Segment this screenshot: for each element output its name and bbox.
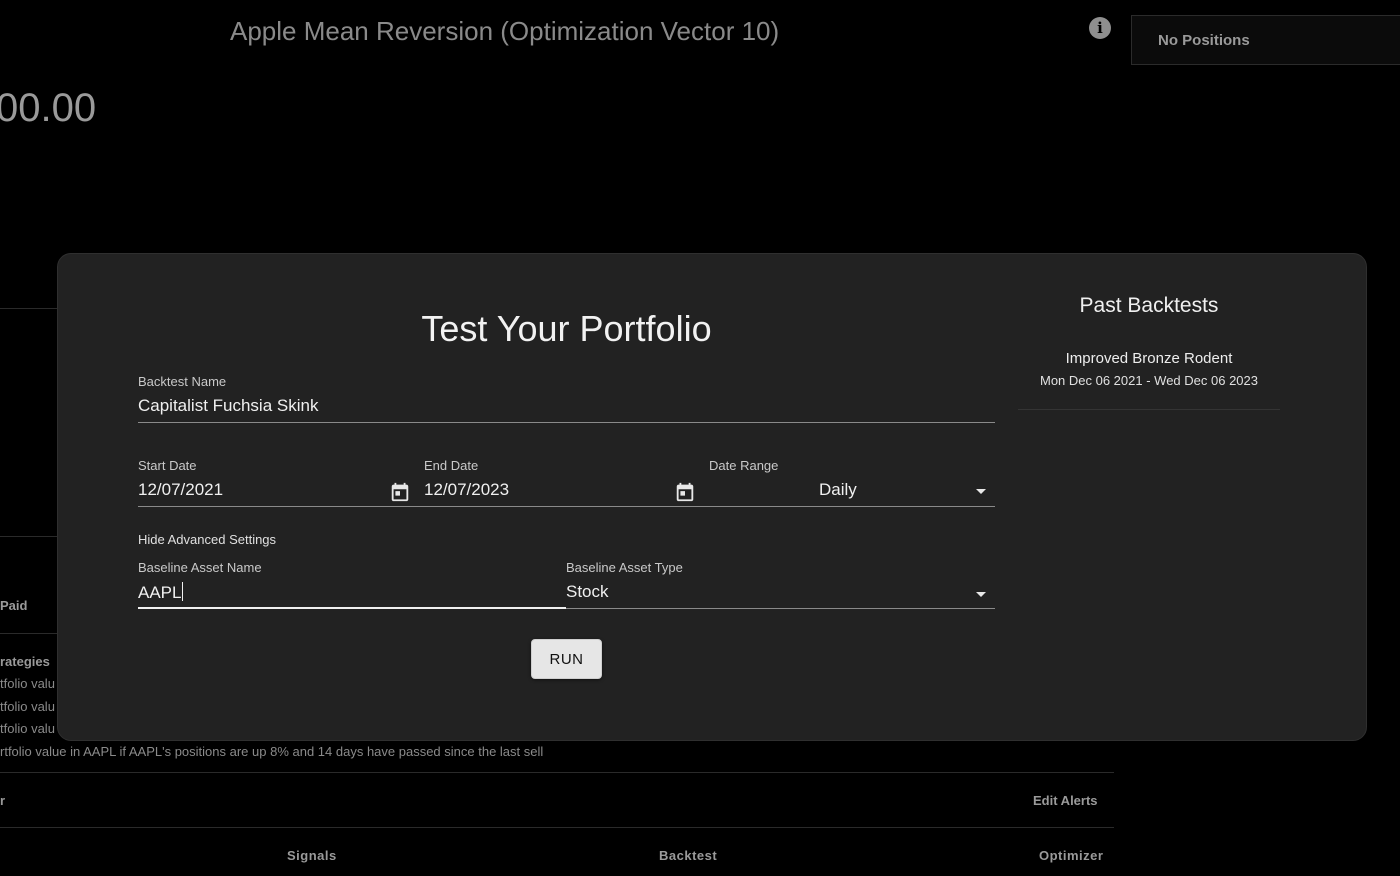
baseline-asset-type-value: Stock [566, 582, 609, 601]
input-underline [424, 506, 709, 507]
text-cursor [182, 582, 184, 601]
end-date-field[interactable]: End Date 12/07/2023 [424, 458, 709, 508]
backtest-name-input[interactable]: Capitalist Fuchsia Skink [138, 396, 318, 416]
strategy-line: tfolio valu [0, 721, 55, 736]
calendar-icon[interactable] [389, 480, 411, 504]
alerts-row-label: r [0, 793, 6, 808]
input-underline [566, 608, 995, 609]
hide-advanced-settings-toggle[interactable]: Hide Advanced Settings [138, 532, 276, 547]
chevron-down-icon [976, 592, 986, 597]
positions-label: No Positions [1158, 32, 1250, 49]
date-range-value: Daily [819, 480, 857, 499]
baseline-asset-name-field[interactable]: Baseline Asset Name AAPL [138, 560, 566, 610]
past-backtests-title: Past Backtests [1079, 294, 1219, 317]
start-date-field[interactable]: Start Date 12/07/2021 [138, 458, 424, 508]
end-date-input[interactable]: 12/07/2023 [424, 480, 509, 500]
baseline-asset-name-value: AAPL [138, 583, 182, 602]
nav-optimizer[interactable]: Optimizer [1039, 848, 1103, 863]
baseline-asset-type-select[interactable]: Baseline Asset Type Stock [566, 560, 995, 610]
date-range-select[interactable]: Date Range Daily [709, 458, 995, 508]
end-date-label: End Date [424, 458, 479, 473]
past-backtest-dates: Mon Dec 06 2021 - Wed Dec 06 2023 [1039, 373, 1258, 388]
edit-alerts-link[interactable]: Edit Alerts [1033, 793, 1098, 808]
input-underline-active [138, 607, 566, 609]
baseline-asset-type-label: Baseline Asset Type [566, 560, 683, 575]
modal-title: Test Your Portfolio [421, 308, 712, 349]
portfolio-value: 00.00 [0, 86, 97, 130]
nav-backtest[interactable]: Backtest [659, 848, 717, 863]
backtest-modal: Test Your Portfolio Backtest Name Capita… [57, 253, 1367, 741]
divider [0, 633, 60, 634]
past-backtest-item[interactable]: Improved Bronze Rodent Mon Dec 06 2021 -… [1018, 350, 1280, 410]
date-range-label: Date Range [709, 458, 779, 473]
baseline-asset-name-input[interactable]: AAPL [138, 582, 184, 603]
chart-axis-line [0, 308, 60, 309]
divider [0, 827, 1114, 828]
run-button[interactable]: RUN [531, 639, 602, 679]
strategy-title: Apple Mean Reversion (Optimization Vecto… [230, 16, 780, 46]
chevron-down-icon [976, 489, 986, 494]
strategy-line: rtfolio value in AAPL if AAPL's position… [0, 744, 544, 759]
app-page: Apple Mean Reversion (Optimization Vecto… [0, 0, 1400, 876]
start-date-input[interactable]: 12/07/2021 [138, 480, 223, 500]
backtest-name-field[interactable]: Backtest Name Capitalist Fuchsia Skink [138, 374, 995, 424]
divider [0, 772, 1114, 773]
strategy-line: tfolio valu [0, 699, 55, 714]
nav-signals[interactable]: Signals [287, 848, 337, 863]
divider [0, 536, 60, 537]
past-backtest-name: Improved Bronze Rodent [1065, 350, 1233, 367]
backtest-name-label: Backtest Name [138, 374, 227, 389]
start-date-label: Start Date [138, 458, 197, 473]
strategy-line: tfolio valu [0, 676, 55, 691]
input-underline [138, 422, 995, 423]
baseline-asset-name-label: Baseline Asset Name [138, 560, 262, 575]
calendar-icon[interactable] [674, 480, 696, 504]
info-icon[interactable]: i [1089, 17, 1111, 39]
input-underline [709, 506, 995, 507]
strategies-heading: rategies [0, 654, 50, 669]
positions-panel: No Positions [1131, 15, 1400, 65]
paid-label: Paid [0, 598, 28, 613]
input-underline [138, 506, 424, 507]
